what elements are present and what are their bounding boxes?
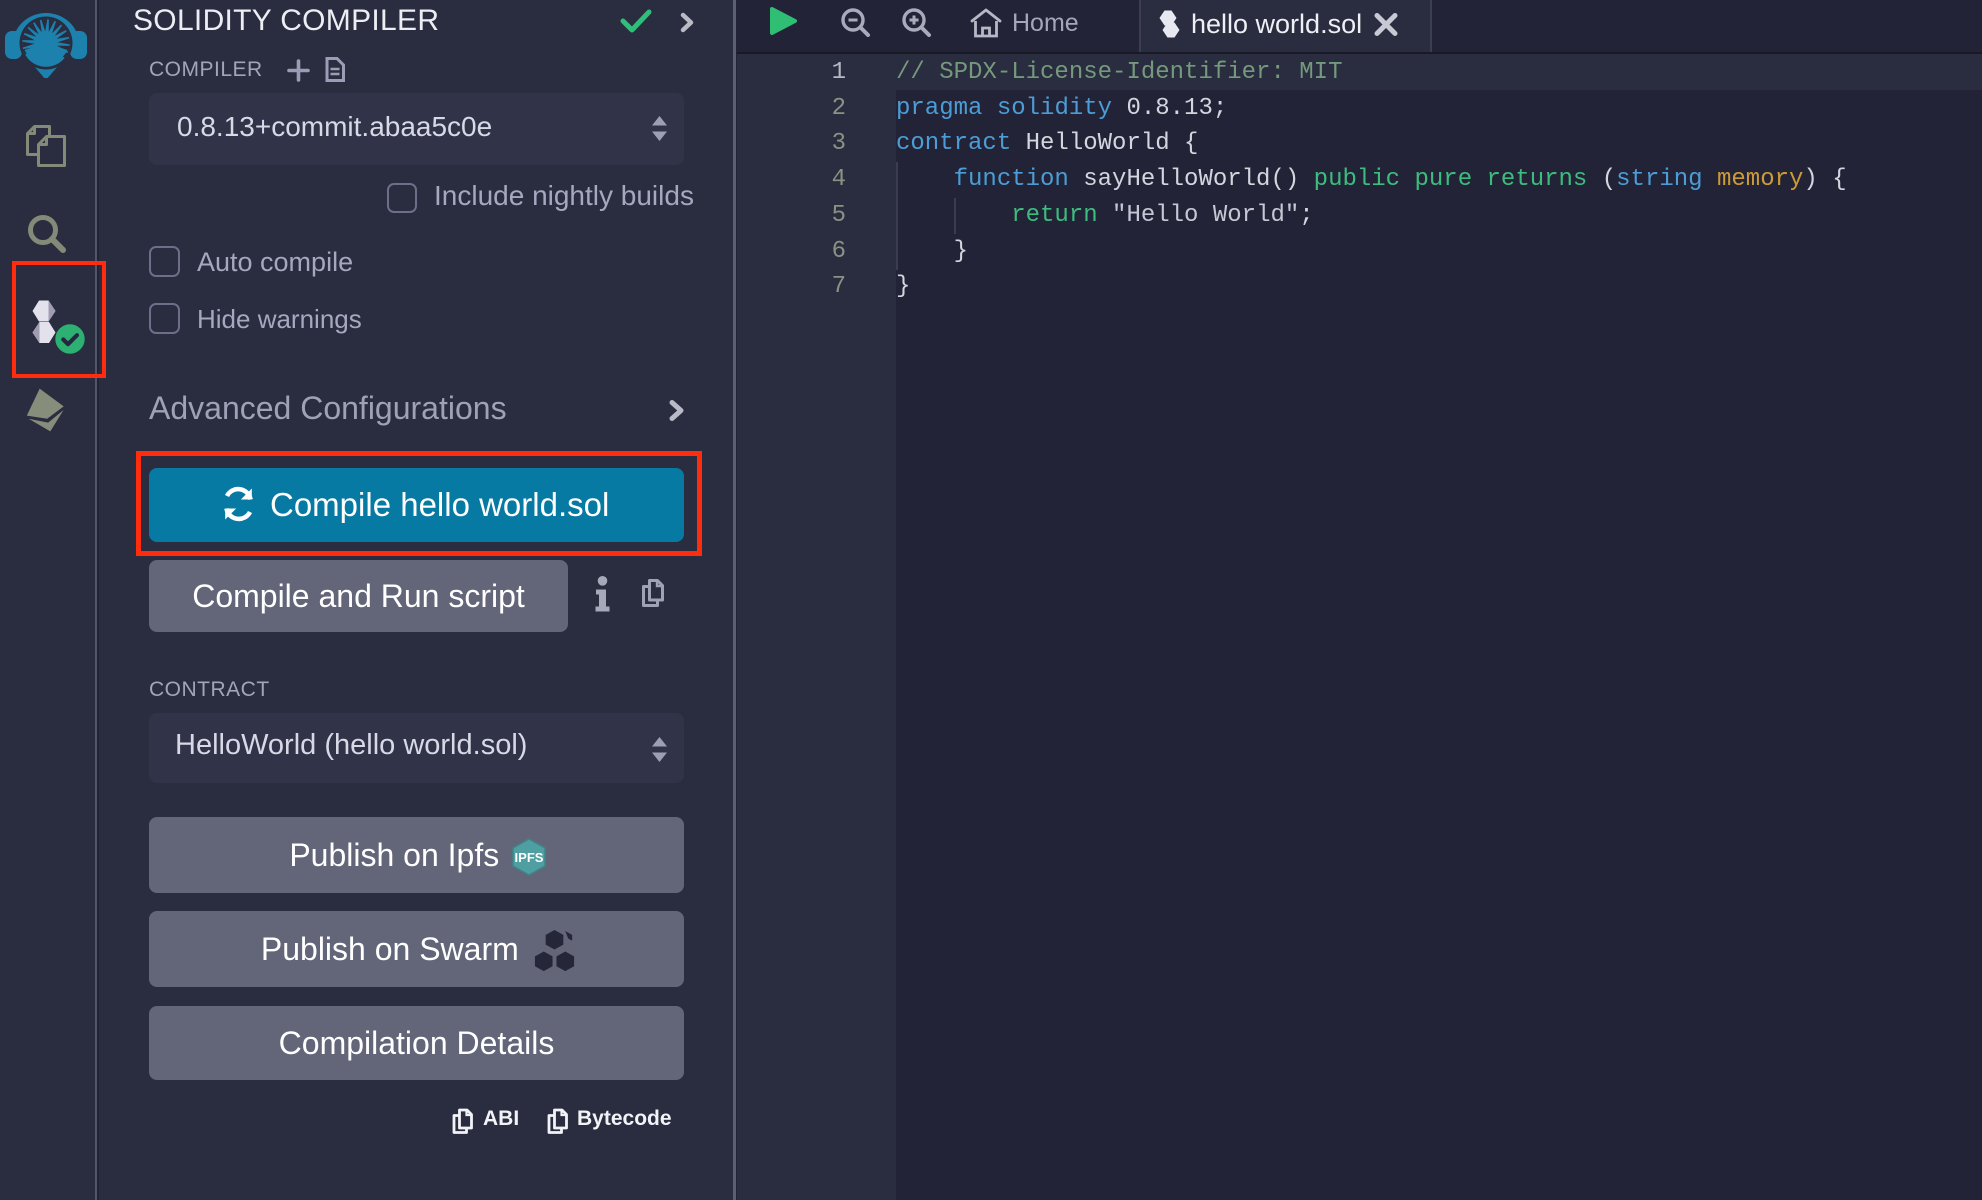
svg-text:IPFS: IPFS (515, 850, 544, 865)
